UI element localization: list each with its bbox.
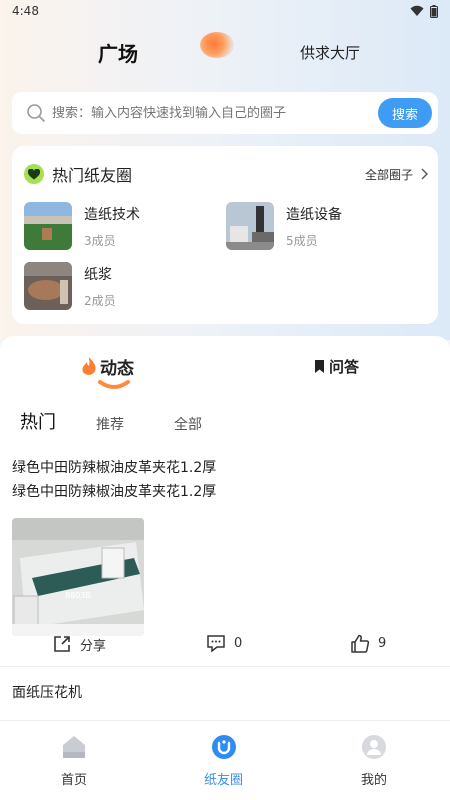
tab-underline-icon xyxy=(98,380,130,389)
status-time: 4:48 xyxy=(12,4,39,18)
tab-dynamic-label: 动态 xyxy=(100,359,134,379)
circle-icon xyxy=(211,735,236,759)
all-circles-label: 全部圈子 xyxy=(364,167,413,182)
thumbs-up-icon xyxy=(351,634,370,653)
circle-info: 造纸技术 3成员 xyxy=(84,204,140,249)
sub-tabs: 热门 推荐 全部 xyxy=(20,408,252,434)
post-content[interactable]: 绿色中田防辣椒油皮革夹花1.2厚 绿色中田防辣椒油皮革夹花1.2厚 xyxy=(12,456,438,504)
nav-item-circle[interactable]: 纸友圈 xyxy=(204,733,243,788)
circle-item-papermaking-equipment[interactable]: 造纸设备 5成员 xyxy=(226,202,342,250)
tab-plaza[interactable]: 广场 xyxy=(98,38,138,67)
like-button[interactable]: 9 xyxy=(350,634,386,653)
tab-dynamic[interactable]: 动态 xyxy=(80,354,134,379)
top-header: 广场 供求大厅 xyxy=(0,30,450,74)
search-bar: 搜索 xyxy=(12,92,438,134)
share-button[interactable]: 分享 xyxy=(52,634,106,654)
nav-label-home: 首页 xyxy=(60,773,87,788)
sub-tab-hot[interactable]: 热门 xyxy=(20,408,56,434)
tab-supply-hall[interactable]: 供求大厅 xyxy=(300,42,360,63)
circle-members: 5成员 xyxy=(286,233,318,248)
sub-tab-recommend[interactable]: 推荐 xyxy=(96,414,124,434)
post-text-line: 绿色中田防辣椒油皮革夹花1.2厚 xyxy=(12,460,217,476)
nav-item-profile[interactable]: 我的 xyxy=(360,733,388,788)
home-icon xyxy=(63,736,85,758)
post-actions: 分享 0 9 xyxy=(0,634,450,662)
tab-qa[interactable]: 问答 xyxy=(314,356,359,377)
like-count: 9 xyxy=(378,636,387,651)
battery-icon xyxy=(430,4,438,18)
field-thumbnail xyxy=(24,202,72,250)
post-title[interactable]: 面纸压花机 xyxy=(12,682,82,702)
hot-circles-card: 热门纸友圈 全部圈子 造纸技术 3成员 造纸设备 5成员 纸浆 2成员 xyxy=(12,146,438,324)
share-label: 分享 xyxy=(80,638,107,654)
circle-info: 造纸设备 5成员 xyxy=(286,204,342,249)
status-bar: 4:48 xyxy=(0,0,450,22)
tab-qa-label: 问答 xyxy=(329,358,360,376)
active-tab-indicator xyxy=(200,32,234,58)
post-image[interactable]: 8803B xyxy=(12,518,144,636)
sub-tab-all[interactable]: 全部 xyxy=(174,414,202,434)
comment-icon xyxy=(207,635,225,653)
circle-name: 纸浆 xyxy=(84,266,112,283)
wifi-icon xyxy=(410,5,424,16)
circle-name: 造纸设备 xyxy=(286,206,342,223)
bottom-nav: 首页 纸友圈 我的 xyxy=(0,720,450,800)
circle-members: 2成员 xyxy=(84,293,116,308)
circle-item-pulp[interactable]: 纸浆 2成员 xyxy=(24,262,116,310)
profile-icon xyxy=(362,735,386,759)
chevron-right-icon xyxy=(421,168,428,180)
hot-circles-title: 热门纸友圈 xyxy=(52,166,133,185)
nav-label-circle: 纸友圈 xyxy=(204,773,244,788)
comment-button[interactable]: 0 xyxy=(206,634,242,653)
search-icon xyxy=(27,104,45,122)
comment-count: 0 xyxy=(234,636,243,651)
flame-icon xyxy=(82,356,96,375)
bookmark-icon xyxy=(315,360,324,373)
circle-name: 造纸技术 xyxy=(84,206,140,223)
all-circles-link[interactable]: 全部圈子 xyxy=(365,166,428,183)
nav-label-profile: 我的 xyxy=(360,773,387,788)
post-divider xyxy=(0,666,450,667)
feed-panel: 动态 问答 热门 推荐 全部 绿色中田防辣椒油皮革夹花1.2厚 绿色中田防辣椒油… xyxy=(0,336,450,736)
circle-item-papermaking-tech[interactable]: 造纸技术 3成员 xyxy=(24,202,140,250)
circle-info: 纸浆 2成员 xyxy=(84,264,116,309)
sub-tab-hot-label: 热门 xyxy=(20,412,56,433)
share-icon xyxy=(54,636,70,652)
nav-item-home[interactable]: 首页 xyxy=(60,733,88,788)
search-input[interactable] xyxy=(52,105,378,121)
tower-thumbnail xyxy=(226,202,274,250)
heart-icon xyxy=(24,164,44,184)
post-image-label: 8803B xyxy=(65,591,91,600)
search-button[interactable]: 搜索 xyxy=(378,98,432,128)
circle-members: 3成员 xyxy=(84,233,116,248)
hot-circles-header: 热门纸友圈 全部圈子 xyxy=(24,162,428,186)
post-text-line: 绿色中田防辣椒油皮革夹花1.2厚 xyxy=(12,484,217,500)
machine-thumbnail xyxy=(24,262,72,310)
status-icons xyxy=(410,4,438,18)
